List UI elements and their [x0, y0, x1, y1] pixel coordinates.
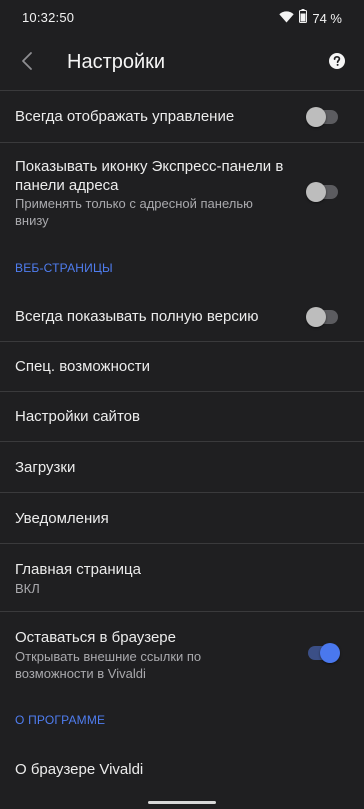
setting-accessibility[interactable]: Спец. возможности [0, 342, 364, 391]
setting-stay-in-browser[interactable]: Оставаться в браузере Открывать внешние … [0, 612, 364, 697]
desktop-version-toggle[interactable] [306, 307, 338, 327]
setting-downloads[interactable]: Загрузки [0, 442, 364, 492]
stay-in-browser-toggle[interactable] [308, 643, 340, 663]
setting-title-line1: Показывать иконку Экспресс-панели в [15, 158, 284, 175]
setting-title: Спец. возможности [15, 358, 150, 375]
toggle-thumb [320, 643, 340, 663]
toggle-thumb [306, 182, 326, 202]
status-bar: 10:32:50 74 % [0, 0, 364, 36]
setting-title: Уведомления [15, 510, 109, 527]
help-button[interactable] [324, 50, 350, 76]
setting-site-settings[interactable]: Настройки сайтов [0, 392, 364, 441]
setting-title: Всегда показывать полную версию [15, 308, 259, 325]
wifi-icon [279, 10, 295, 28]
setting-subtitle-line1: Применять только с адресной панелью [15, 196, 253, 211]
app-bar: Настройки [0, 36, 364, 90]
section-header-web-pages: ВЕБ-СТРАНИЦЫ [15, 261, 113, 275]
setting-subtitle-line2: возможности в Vivaldi [15, 666, 146, 681]
setting-title: Главная страница [15, 561, 141, 578]
setting-title: Оставаться в браузере [15, 629, 176, 646]
setting-desktop-version[interactable]: Всегда показывать полную версию [0, 290, 364, 341]
battery-percent: 74 % [312, 11, 342, 26]
gesture-nav-handle[interactable] [148, 801, 216, 804]
setting-always-show-controls[interactable]: Всегда отображать управление [0, 91, 364, 142]
battery-icon [299, 9, 308, 28]
setting-subtitle-line1: Открывать внешние ссылки по [15, 649, 202, 664]
page-title: Настройки [67, 51, 166, 73]
chevron-left-icon [21, 51, 33, 76]
setting-title: О браузере Vivaldi [15, 761, 144, 778]
toggle-thumb [306, 107, 326, 127]
setting-speed-dial-icon[interactable]: Показывать иконку Экспресс-панели в пане… [0, 143, 364, 245]
setting-title-line2: панели адреса [15, 177, 119, 194]
setting-value: ВКЛ [15, 581, 40, 596]
speed-dial-icon-toggle[interactable] [306, 182, 338, 202]
back-button[interactable] [10, 46, 44, 80]
always-show-controls-toggle[interactable] [306, 107, 338, 127]
setting-subtitle-line2: внизу [15, 213, 49, 228]
status-icons: 74 % [279, 9, 342, 28]
setting-homepage[interactable]: Главная страница ВКЛ [0, 544, 364, 611]
section-header-about: О ПРОГРАММЕ [15, 713, 106, 727]
help-circle-icon [329, 52, 345, 74]
status-time: 10:32:50 [22, 10, 75, 25]
setting-notifications[interactable]: Уведомления [0, 493, 364, 543]
setting-title: Настройки сайтов [15, 408, 140, 425]
setting-about-vivaldi[interactable]: О браузере Vivaldi [0, 744, 364, 794]
setting-title: Всегда отображать управление [15, 108, 235, 125]
setting-title: Загрузки [15, 459, 76, 476]
toggle-thumb [306, 307, 326, 327]
